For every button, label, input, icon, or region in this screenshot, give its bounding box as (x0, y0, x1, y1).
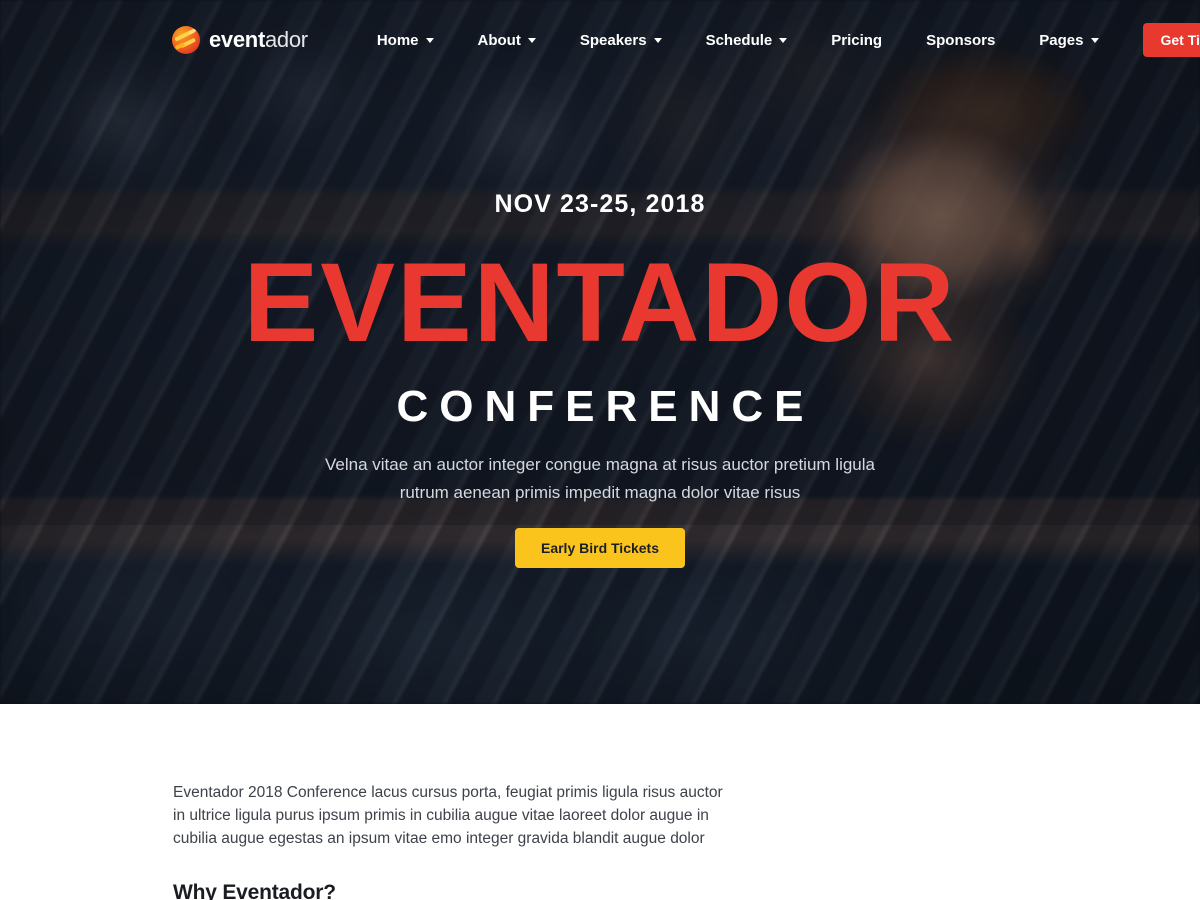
brand-name-light: ador (264, 27, 308, 52)
nav-item-schedule-label: Schedule (705, 31, 773, 49)
about-paragraph: Eventador 2018 Conference lacus cursus p… (173, 784, 723, 847)
eventador-flame-circle-logo-icon (172, 26, 200, 54)
nav-item-schedule[interactable]: Schedule (684, 32, 810, 49)
chevron-down-icon (653, 37, 662, 43)
nav-item-pages[interactable]: Pages (1017, 32, 1120, 49)
nav-item-about[interactable]: About (456, 32, 558, 49)
hero-content: NOV 23-25, 2018 EVENTADOR CONFERENCE Vel… (0, 0, 1200, 704)
chevron-down-icon (1090, 37, 1099, 43)
nav-item-speakers[interactable]: Speakers (558, 32, 684, 49)
nav-links: Home About Speakers Schedule Pricing Spo… (355, 23, 1200, 57)
nav-item-sponsors[interactable]: Sponsors (904, 32, 1017, 49)
nav-item-sponsors-label: Sponsors (926, 31, 996, 49)
nav-item-home-label: Home (376, 31, 419, 49)
main-navigation: eventador Home About Speakers Schedule P… (0, 0, 1200, 80)
hero-section: eventador Home About Speakers Schedule P… (0, 0, 1200, 704)
chevron-down-icon (527, 37, 536, 43)
hero-title: EVENTADOR (243, 240, 957, 365)
event-date: NOV 23-25, 2018 (494, 190, 706, 218)
brand-name-bold: event (209, 27, 265, 52)
chevron-down-icon (779, 37, 788, 43)
nav-item-about-label: About (477, 31, 521, 49)
nav-item-pricing[interactable]: Pricing (809, 32, 904, 49)
hero-description: Velna vitae an auctor integer congue mag… (325, 455, 875, 502)
nav-item-speakers-label: Speakers (579, 31, 647, 49)
nav-item-pricing-label: Pricing (831, 31, 883, 49)
early-bird-tickets-button[interactable]: Early Bird Tickets (514, 528, 686, 569)
about-heading: Why Eventador? (173, 880, 336, 900)
brand-wordmark: eventador (209, 29, 308, 51)
hero-subtitle: CONFERENCE (396, 382, 815, 431)
about-section: Eventador 2018 Conference lacus cursus p… (0, 704, 1200, 900)
get-ticket-button[interactable]: Get Ticket (1142, 23, 1200, 57)
nav-item-home[interactable]: Home (355, 32, 456, 49)
nav-item-pages-label: Pages (1039, 31, 1084, 49)
chevron-down-icon (425, 37, 434, 43)
brand-logo-link[interactable]: eventador (172, 26, 308, 54)
